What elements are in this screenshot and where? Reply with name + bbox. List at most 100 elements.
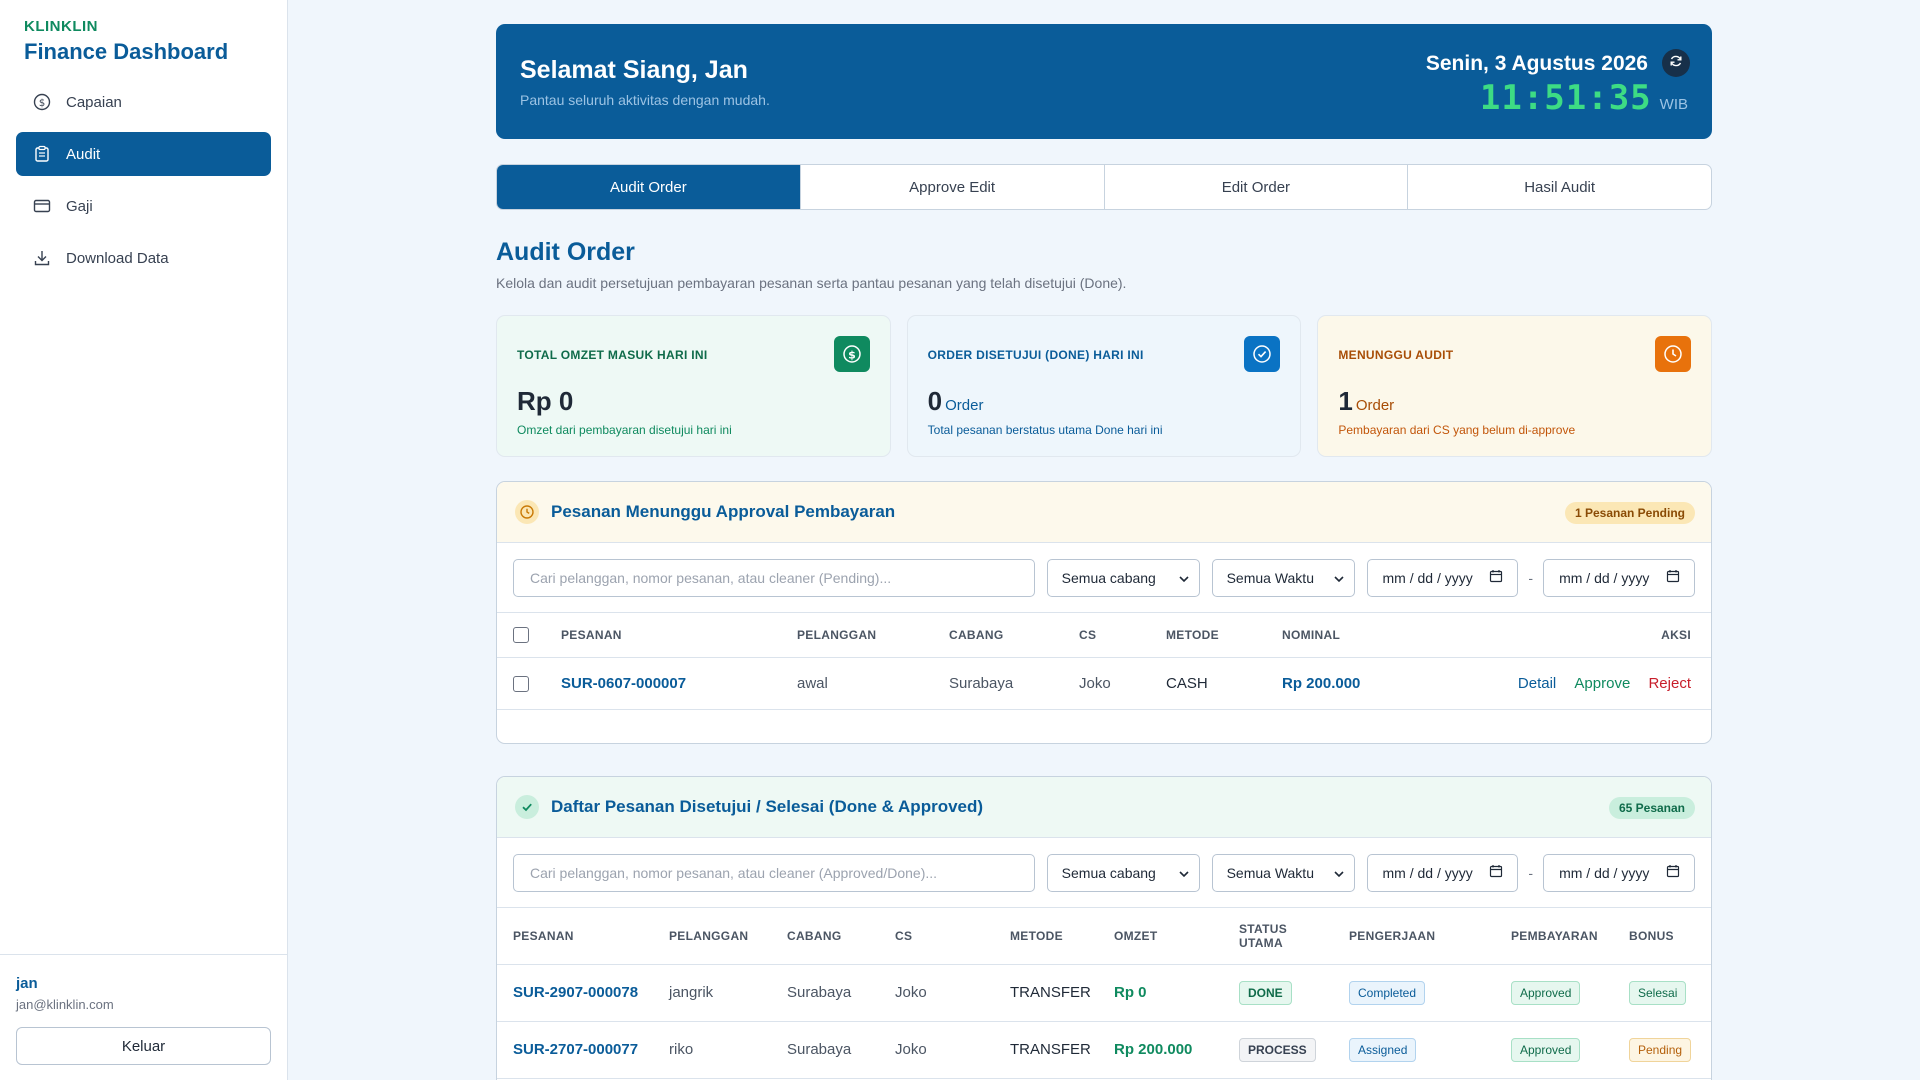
summary-cards: TOTAL OMZET MASUK HARI INI $ Rp 0 Omzet …	[496, 315, 1713, 457]
table-row: SUR-0607-000007 awal Surabaya Joko CASH …	[497, 657, 1711, 710]
status-badge: PROCESS	[1239, 1037, 1316, 1062]
date-from-input[interactable]: mm / dd / yyyy	[1366, 853, 1519, 892]
card-total-omzet: TOTAL OMZET MASUK HARI INI $ Rp 0 Omzet …	[496, 315, 891, 457]
method-cell: CASH	[1166, 657, 1282, 710]
panel-title: Pesanan Menunggu Approval Pembayaran	[551, 502, 896, 521]
work-status-badge: Assigned	[1349, 1037, 1417, 1062]
detail-button[interactable]: Detail	[1518, 675, 1556, 692]
sidebar-item-capaian[interactable]: $ Capaian	[16, 80, 271, 124]
header-banner: Selamat Siang, Jan Pantau seluruh aktivi…	[496, 24, 1712, 139]
approve-button[interactable]: Approve	[1574, 675, 1630, 692]
table-header-row: PESANAN PELANGGAN CABANG CS METODE OMZET…	[497, 908, 1711, 965]
time-select[interactable]: Semua Waktu	[1211, 853, 1355, 892]
app-title: Finance Dashboard	[24, 39, 229, 64]
approved-count-badge: 65 Pesanan	[1608, 797, 1695, 819]
bonus-status-badge: Selesai	[1629, 980, 1687, 1005]
date-to-input[interactable]: mm / dd / yyyy	[1543, 853, 1696, 892]
bonus-status-badge: Pending	[1629, 1037, 1692, 1062]
action-cell: Detail Approve Reject	[1482, 657, 1711, 710]
check-circle-icon	[1244, 336, 1281, 372]
omzet-cell: Rp 200.000	[1114, 1041, 1193, 1058]
nominal-cell: Rp 200.000	[1282, 674, 1361, 692]
panel-header: Pesanan Menunggu Approval Pembayaran 1 P…	[497, 482, 1711, 543]
page-subtitle: Kelola dan audit persetujuan pembayaran …	[496, 275, 1127, 291]
column-header: PESANAN	[497, 908, 669, 965]
table-row: SUR-2907-000078 jangrik Surabaya Joko TR…	[497, 964, 1711, 1022]
search-input[interactable]: Cari pelanggan, nomor pesanan, atau clea…	[513, 558, 1035, 597]
pending-count-badge: 1 Pesanan Pending	[1564, 502, 1695, 524]
sidebar-item-download-data[interactable]: Download Data	[16, 236, 271, 280]
order-number-link[interactable]: SUR-2907-000078	[513, 984, 638, 1001]
tab-hasil-audit[interactable]: Hasil Audit	[1407, 165, 1711, 209]
card-note: Omzet dari pembayaran disetujui hari ini	[517, 423, 732, 437]
search-input[interactable]: Cari pelanggan, nomor pesanan, atau clea…	[513, 853, 1035, 892]
sidebar-item-gaji[interactable]: Gaji	[16, 184, 271, 228]
user-email: jan@klinklin.com	[16, 997, 114, 1012]
branch-select[interactable]: Semua cabang	[1046, 558, 1200, 597]
cs-cell: Joko	[895, 964, 1010, 1022]
refresh-icon	[1669, 54, 1683, 73]
card-menunggu-audit: MENUNGGU AUDIT 1 Order Pembayaran dari CS…	[1317, 315, 1713, 457]
brand-name: KLINKLIN	[24, 18, 98, 35]
branch-select[interactable]: Semua cabang	[1046, 853, 1200, 892]
tab-approve-edit[interactable]: Approve Edit	[799, 165, 1104, 209]
download-icon	[32, 248, 52, 268]
sidebar: KLINKLIN Finance Dashboard $ Capaian Aud…	[0, 0, 288, 1080]
column-header: CS	[895, 908, 1010, 965]
table-row: SUR-2707-000077 riko Surabaya Joko TRANS…	[497, 1021, 1711, 1079]
date-range-separator: -	[1528, 569, 1534, 586]
current-date: Senin, 3 Agustus 2026	[1425, 52, 1648, 75]
tab-audit-order[interactable]: Audit Order	[497, 165, 800, 209]
omzet-cell: Rp 0	[1114, 984, 1147, 1001]
card-value: Rp 0	[517, 386, 574, 416]
payment-status-badge: Approved	[1511, 980, 1581, 1005]
credit-card-icon	[32, 196, 52, 216]
cs-cell: Joko	[1079, 657, 1166, 710]
clock-icon	[515, 500, 539, 524]
calendar-icon	[1489, 864, 1503, 881]
time-select[interactable]: Semua Waktu	[1211, 558, 1355, 597]
chevron-down-icon	[1179, 865, 1189, 881]
filter-bar: Cari pelanggan, nomor pesanan, atau clea…	[497, 838, 1711, 908]
tab-edit-order[interactable]: Edit Order	[1103, 165, 1408, 209]
card-note: Total pesanan berstatus utama Done hari …	[927, 423, 1163, 437]
filter-bar: Cari pelanggan, nomor pesanan, atau clea…	[497, 543, 1711, 613]
pending-table: PESANAN PELANGGAN CABANG CS METODE NOMIN…	[497, 613, 1711, 710]
order-number-link[interactable]: SUR-0607-000007	[561, 675, 686, 692]
user-panel: jan jan@klinklin.com Keluar	[0, 954, 288, 1080]
calendar-icon	[1666, 569, 1680, 586]
greeting-subtitle: Pantau seluruh aktivitas dengan mudah.	[520, 92, 770, 108]
select-all-checkbox[interactable]	[513, 626, 529, 643]
card-value: 0 Order	[927, 386, 984, 416]
column-header: PENGERJAAN	[1349, 908, 1511, 965]
cs-cell: Joko	[895, 1021, 1010, 1079]
column-header: PEMBAYARAN	[1511, 908, 1629, 965]
card-label: MENUNGGU AUDIT	[1338, 348, 1454, 362]
card-order-done: ORDER DISETUJUI (DONE) HARI INI 0 Order T…	[906, 315, 1302, 457]
clock-icon	[1655, 336, 1692, 372]
customer-cell: riko	[669, 1021, 787, 1079]
status-badge: DONE	[1239, 980, 1292, 1005]
reject-button[interactable]: Reject	[1648, 675, 1691, 692]
row-checkbox[interactable]	[513, 675, 529, 692]
date-from-input[interactable]: mm / dd / yyyy	[1366, 558, 1519, 597]
dollar-circle-icon: $	[32, 92, 52, 112]
logout-button[interactable]: Keluar	[16, 1027, 271, 1065]
sidebar-item-audit[interactable]: Audit	[16, 132, 271, 176]
branch-cell: Surabaya	[787, 964, 895, 1022]
pending-approval-panel: Pesanan Menunggu Approval Pembayaran 1 P…	[496, 481, 1712, 744]
panel-header: Daftar Pesanan Disetujui / Selesai (Done…	[497, 777, 1711, 838]
date-to-input[interactable]: mm / dd / yyyy	[1543, 558, 1696, 597]
calendar-icon	[1489, 569, 1503, 586]
work-status-badge: Completed	[1349, 980, 1426, 1005]
order-number-link[interactable]: SUR-2707-000077	[513, 1041, 638, 1058]
date-range-separator: -	[1528, 864, 1534, 881]
sidebar-item-label: Capaian	[66, 93, 122, 111]
refresh-button[interactable]	[1662, 49, 1690, 77]
customer-cell: awal	[797, 657, 949, 710]
calendar-icon	[1666, 864, 1680, 881]
greeting: Selamat Siang, Jan	[520, 56, 748, 84]
chevron-down-icon	[1179, 570, 1189, 586]
chevron-down-icon	[1333, 865, 1344, 881]
clock: 11:51:35 WIB	[1480, 78, 1688, 118]
